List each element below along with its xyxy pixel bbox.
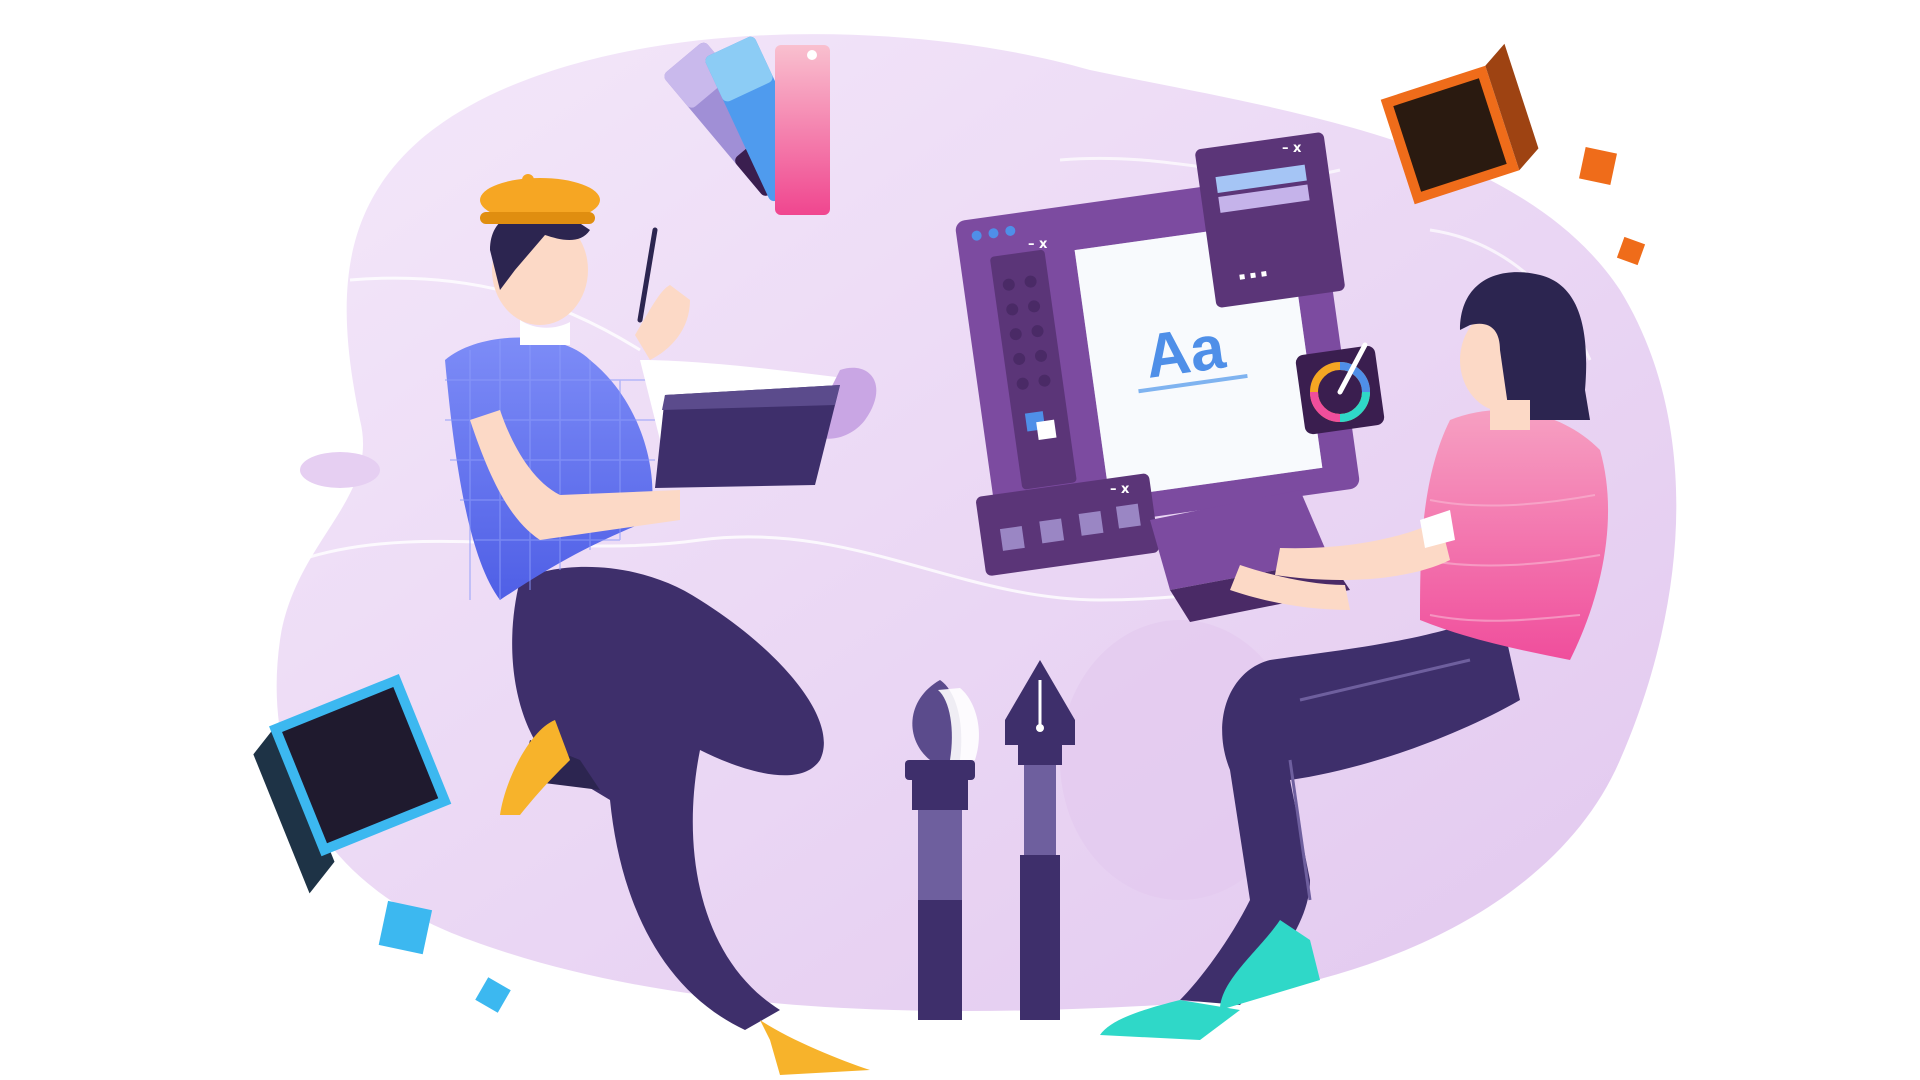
window-controls: – x xyxy=(1282,141,1302,156)
window-controls: – x xyxy=(1028,237,1048,252)
color-panel: – x xyxy=(1195,132,1345,308)
designers-illustration: – x Aa – x – x xyxy=(253,34,1677,1075)
color-wheel-icon xyxy=(1295,342,1385,435)
window-controls: – x xyxy=(1110,482,1130,497)
